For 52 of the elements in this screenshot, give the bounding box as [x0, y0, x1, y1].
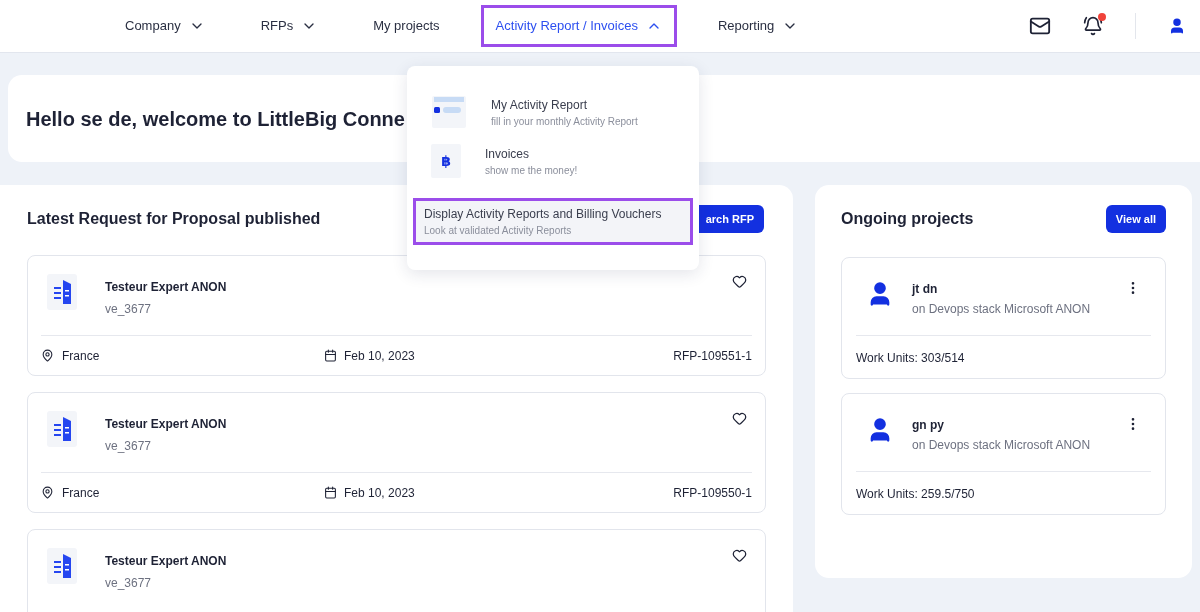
avatar-icon[interactable]: [1168, 17, 1186, 35]
report-icon: [431, 95, 467, 129]
rfp-title: Testeur Expert ANON: [105, 279, 227, 296]
menu-item-title: Invoices: [485, 145, 531, 163]
calendar-icon: [324, 486, 337, 499]
location-icon: [41, 486, 54, 499]
menu-item[interactable]: ฿ Invoices show me the money!: [413, 138, 693, 190]
rfp-location: France: [62, 347, 101, 365]
project-card[interactable]: jt dn on Devops stack Microsoft ANON Work Units: 303/514: [841, 257, 1166, 379]
project-subtitle: on Devops stack Microsoft ANON: [912, 301, 1091, 318]
menu-item-subtitle: fill in your monthly Activity Report: [491, 114, 638, 129]
rfp-reference: RFP-109551-1: [673, 347, 752, 365]
menu-item[interactable]: Display Activity Reports and Billing Vouchers Look at validated Activity Reports: [413, 198, 693, 245]
mail-icon[interactable]: [1029, 15, 1051, 37]
rfp-title: Testeur Expert ANON: [105, 416, 227, 433]
view-all-button[interactable]: View all: [1105, 205, 1166, 233]
nav-tab[interactable]: My projects: [358, 5, 455, 47]
rfp-title: Testeur Expert ANON: [105, 553, 227, 570]
nav-tab[interactable]: Reporting: [702, 5, 814, 47]
nav-tab[interactable]: Company: [110, 5, 220, 47]
welcome-title: Hello se de, welcome to LittleBig Conne: [26, 106, 405, 132]
menu-item-title: Display Activity Reports and Billing Vouchers: [424, 206, 662, 223]
menu-item-title: My Activity Report: [491, 96, 589, 114]
work-units: Work Units: 259.5/750: [856, 486, 976, 503]
project-subtitle: on Devops stack Microsoft ANON: [912, 437, 1091, 454]
currency-icon: ฿: [431, 144, 461, 178]
rfp-subtitle: ve_3677: [105, 438, 153, 455]
menu-item-subtitle: show me the money!: [485, 163, 578, 178]
panel-title: Latest Request for Proposal published: [27, 209, 321, 229]
menu-item[interactable]: My Activity Report fill in your monthly Activity Report: [413, 86, 693, 138]
rfp-card[interactable]: Testeur Expert ANON ve_3677 France Feb 10, 2023 RFP-109550-1: [27, 392, 766, 513]
project-member: jt dn: [912, 281, 939, 298]
project-card[interactable]: gn py on Devops stack Microsoft ANON Work Units: 259.5/750: [841, 393, 1166, 515]
panel-title: Ongoing projects: [841, 209, 974, 229]
menu-item-subtitle: Look at validated Activity Reports: [424, 224, 573, 238]
nav-tab[interactable]: RFPs: [245, 5, 333, 47]
rfp-card[interactable]: Testeur Expert ANON ve_3677: [27, 529, 766, 612]
bell-icon[interactable]: [1083, 16, 1103, 36]
location-icon: [41, 349, 54, 362]
rfp-date: Feb 10, 2023: [344, 484, 415, 502]
nav-tab[interactable]: Activity Report / Invoices: [480, 5, 677, 47]
calendar-icon: [324, 349, 337, 362]
rfp-location: France: [62, 484, 101, 502]
rfp-subtitle: ve_3677: [105, 575, 153, 592]
favorite-icon[interactable]: [732, 548, 747, 563]
favorite-icon[interactable]: [732, 274, 747, 289]
rfp-reference: RFP-109550-1: [673, 484, 752, 502]
work-units: Work Units: 303/514: [856, 350, 966, 367]
project-member: gn py: [912, 417, 945, 434]
rfp-date: Feb 10, 2023: [344, 347, 415, 365]
favorite-icon[interactable]: [732, 411, 747, 426]
rfp-subtitle: ve_3677: [105, 301, 153, 318]
